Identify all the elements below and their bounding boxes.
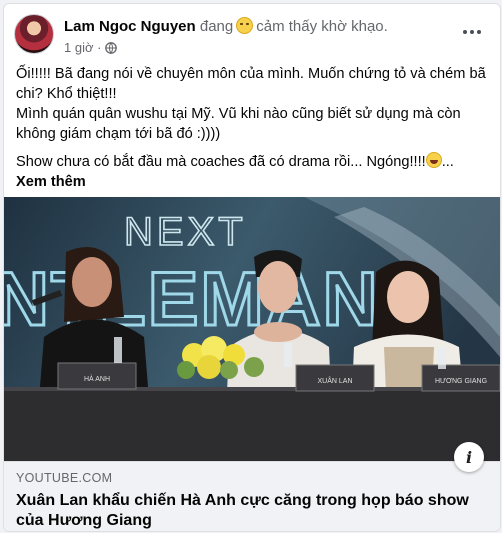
post-meta: 1 giờ · bbox=[64, 40, 118, 55]
post-text-line: Mình quán quân wushu tại Mỹ. Vũ khi nào … bbox=[16, 106, 461, 142]
post-time[interactable]: 1 giờ · bbox=[64, 40, 101, 55]
post-card: Lam Ngoc Nguyen đang cảm thấy khờ khạo. 1… bbox=[3, 3, 501, 532]
feeling-text: cảm thấy khờ khạo. bbox=[256, 18, 388, 35]
link-domain: YOUTUBE.COM bbox=[16, 471, 113, 485]
info-icon[interactable]: i bbox=[454, 442, 484, 472]
link-preview-image[interactable]: NEXT NTLEMAN HÀ ANH XUÂN LAN HƯƠNG GIANG bbox=[4, 197, 500, 461]
post-text-line: Show chưa có bắt đầu mà coaches đã có dr… bbox=[16, 154, 426, 170]
feeling-prefix: đang bbox=[199, 18, 234, 35]
link-preview-footer[interactable]: i YOUTUBE.COM Xuân Lan khẩu chiến Hà Anh… bbox=[4, 442, 500, 531]
link-title[interactable]: Xuân Lan khẩu chiến Hà Anh cực căng tron… bbox=[16, 491, 486, 531]
post-ellipsis: ... bbox=[441, 154, 454, 170]
nameplate-xuan-lan: XUÂN LAN bbox=[317, 376, 352, 385]
author-line: Lam Ngoc Nguyen đang cảm thấy khờ khạo. bbox=[64, 17, 388, 35]
more-options-button[interactable] bbox=[458, 20, 486, 44]
more-icon bbox=[463, 30, 467, 34]
laughing-emoji bbox=[425, 152, 442, 168]
see-more-link[interactable]: Xem thêm bbox=[16, 174, 86, 190]
smiley-emoji bbox=[236, 17, 254, 34]
post-paragraph: Ối!!!!! Bã đang nói về chuyên môn của mì… bbox=[16, 64, 492, 144]
post-text-line: Ối!!!!! Bã đang nói về chuyên môn của mì… bbox=[16, 66, 486, 102]
avatar[interactable] bbox=[14, 14, 54, 54]
press-conference-photo: NEXT NTLEMAN HÀ ANH XUÂN LAN HƯƠNG GIANG bbox=[4, 197, 500, 461]
post-header: Lam Ngoc Nguyen đang cảm thấy khờ khạo. 1… bbox=[12, 14, 492, 58]
post-paragraph: Show chưa có bắt đầu mà coaches đã có dr… bbox=[16, 152, 492, 192]
globe-icon[interactable] bbox=[105, 41, 118, 54]
more-icon-dot bbox=[477, 30, 481, 34]
more-icon-dot bbox=[470, 30, 474, 34]
post-body: Ối!!!!! Bã đang nói về chuyên môn của mì… bbox=[16, 64, 492, 200]
backdrop-text-top: NEXT bbox=[124, 210, 247, 254]
nameplate-ha-anh: HÀ ANH bbox=[84, 374, 110, 383]
nameplate-huong-giang: HƯƠNG GIANG bbox=[435, 378, 487, 385]
author-name[interactable]: Lam Ngoc Nguyen bbox=[64, 18, 196, 35]
